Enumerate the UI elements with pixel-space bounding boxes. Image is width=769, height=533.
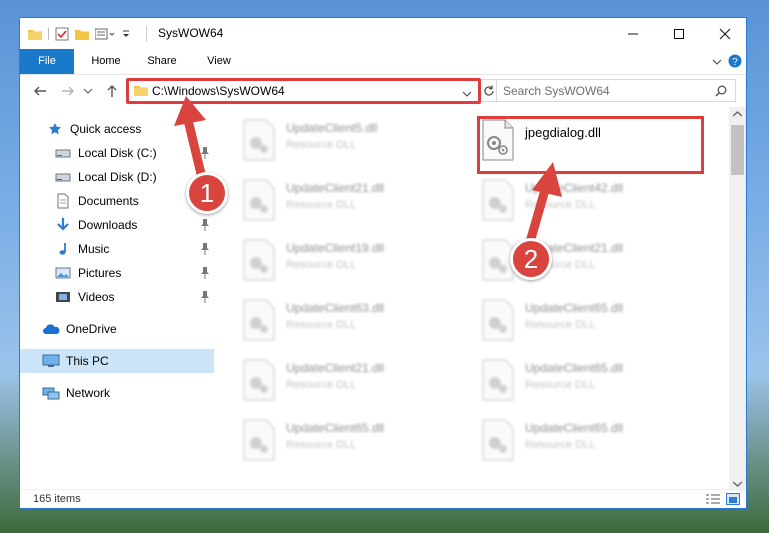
arrow-1 bbox=[174, 96, 207, 180]
arrow-2 bbox=[525, 162, 562, 244]
step-2-badge: 2 bbox=[510, 238, 552, 280]
annotation-overlay bbox=[174, 96, 562, 244]
step-1-badge: 1 bbox=[186, 172, 228, 214]
